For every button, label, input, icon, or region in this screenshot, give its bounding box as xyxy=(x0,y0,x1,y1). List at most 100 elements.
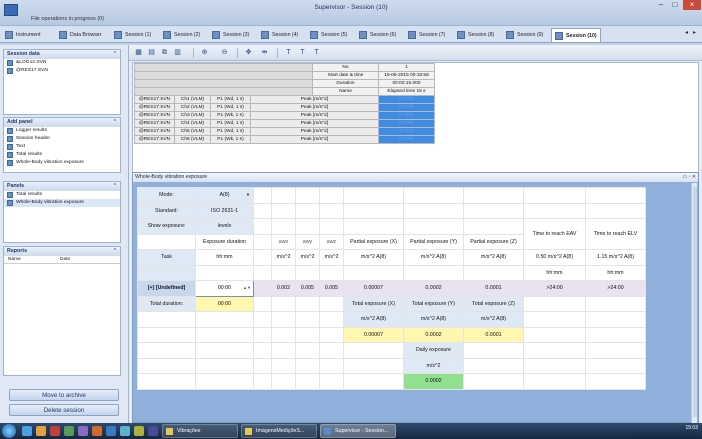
panel-list-item[interactable]: Whole-Body vibration exposure xyxy=(4,199,120,207)
empty-cell xyxy=(523,342,586,359)
table-row[interactable]: [+] [Undefined] 00:00 ▲▼ 0.002 0.005 0.00… xyxy=(137,280,646,297)
system-clock[interactable]: 15:03 xyxy=(685,425,698,431)
panels-header[interactable]: Panels ⌃ xyxy=(4,182,120,191)
tab-session-8[interactable]: Session (8) xyxy=(454,28,494,42)
add-panel-item[interactable]: Session header xyxy=(4,135,120,143)
collapse-icon[interactable]: ⌃ xyxy=(113,50,117,59)
close-button[interactable]: × xyxy=(683,0,701,10)
toolbar-separator xyxy=(277,48,278,58)
table-row[interactable]: @RES17.SVN Ch6 (VLM) P1 (Wk, 1 s) Peak [… xyxy=(134,135,435,144)
session-icon xyxy=(555,32,563,40)
title-bar: Supervisor - Session (10) File operation… xyxy=(0,0,702,26)
browser-icon[interactable] xyxy=(22,426,32,436)
add-panel-item[interactable]: Total results xyxy=(4,151,120,159)
minimize-button[interactable]: ‒ xyxy=(654,0,668,10)
eav-time-value: >24:00 xyxy=(523,280,586,297)
app-icon[interactable] xyxy=(134,426,144,436)
collapse-icon[interactable]: ⌃ xyxy=(113,247,117,256)
table-row: Task hh:mm m/s^2 m/s^2 m/s^2 m/s^2 A(8) … xyxy=(137,249,646,266)
collapse-icon[interactable]: ⌃ xyxy=(113,118,117,127)
show-exposure-select[interactable]: levels xyxy=(195,218,254,235)
value-cell[interactable]: 0.3102 xyxy=(378,95,435,104)
table-row[interactable]: @RES17.SVN Ch1 (VLM) P1 (Wd, 1 s) Peak [… xyxy=(134,95,435,104)
table-row[interactable]: @RES17.SVN Ch4 (VLM) P1 (Wd, 1 s) Peak [… xyxy=(134,119,435,128)
tab-session-5[interactable]: Session (5) xyxy=(307,28,347,42)
empty-cell xyxy=(343,187,404,204)
columns-icon[interactable]: ⇹ xyxy=(259,48,270,58)
app-icon[interactable] xyxy=(78,426,88,436)
chart-icon[interactable]: ▤ xyxy=(146,48,157,58)
app-icon[interactable] xyxy=(148,426,158,436)
tab-session-1[interactable]: Session (1) xyxy=(111,28,151,42)
folder-icon[interactable] xyxy=(36,426,46,436)
zoom-in-icon[interactable]: ⊕ xyxy=(199,48,210,58)
app-icon[interactable] xyxy=(106,426,116,436)
session-file-item[interactable]: &LOG12.SVN xyxy=(4,59,120,67)
partial-z-unit: m/s^2 A(8) xyxy=(463,249,524,266)
app-icon[interactable] xyxy=(120,426,130,436)
table-row[interactable]: @RES17.SVN Ch2 (VLM) P1 (Wd, 1 s) Peak [… xyxy=(134,103,435,112)
panel-list-item[interactable]: Total results xyxy=(4,191,120,199)
session-file-item[interactable]: @RES17.SVN xyxy=(4,67,120,75)
add-panel-item[interactable]: Logger results xyxy=(4,127,120,135)
spinner-icon[interactable]: ▲▼ xyxy=(243,285,251,290)
app-icon[interactable] xyxy=(64,426,74,436)
value-cell[interactable]: 0.3098 xyxy=(378,119,435,128)
move-to-archive-button[interactable]: Move to archive xyxy=(9,389,119,401)
tab-session-6[interactable]: Session (6) xyxy=(356,28,396,42)
app-icon[interactable] xyxy=(92,426,102,436)
zoom-out-icon[interactable]: ⊖ xyxy=(219,48,230,58)
add-panel-header[interactable]: Add panel ⌃ xyxy=(4,118,120,127)
add-panel-item[interactable]: Whole-Body vibration exposure xyxy=(4,159,120,167)
delete-session-button[interactable]: Delete session xyxy=(9,404,119,416)
vertical-scrollbar[interactable] xyxy=(691,183,697,423)
tab-scroll-right-icon[interactable]: ▸ xyxy=(693,29,696,36)
taskbar-item-imagens[interactable]: ImagensMediçõeS... xyxy=(241,424,317,438)
add-panel-item[interactable]: Text xyxy=(4,143,120,151)
tab-data-browser[interactable]: Data Browser xyxy=(56,28,101,42)
app-window: Supervisor - Session (10) File operation… xyxy=(0,0,702,439)
total-exposure-y-header: Total exposure (Y) xyxy=(403,295,464,312)
value-cell[interactable]: 0.3105 xyxy=(378,103,435,112)
tab-session-4[interactable]: Session (4) xyxy=(258,28,298,42)
reports-col-name[interactable]: Name xyxy=(8,256,21,264)
header-label: No xyxy=(312,63,379,72)
tab-instrument[interactable]: Instrument xyxy=(2,28,41,42)
profile-cell: P1 (Wk, 1 s) xyxy=(210,111,251,120)
text-down-icon[interactable]: T xyxy=(297,48,308,58)
scrollbar-thumb[interactable] xyxy=(693,187,697,417)
session-data-header[interactable]: Session data ⌃ xyxy=(4,50,120,59)
taskbar-item-supervisor[interactable]: Supervisor - Session... xyxy=(320,424,396,438)
reports-col-date[interactable]: Date xyxy=(60,256,70,264)
value-cell[interactable]: 0.4395 xyxy=(378,135,435,144)
text-format-icon[interactable]: T xyxy=(311,48,322,58)
empty-cell xyxy=(319,342,344,359)
start-button[interactable] xyxy=(2,424,16,438)
grid-icon[interactable]: ▦ xyxy=(133,48,144,58)
value-cell[interactable]: 0.4401 xyxy=(378,111,435,120)
tab-session-9[interactable]: Session (9) xyxy=(503,28,543,42)
tab-session-3[interactable]: Session (3) xyxy=(209,28,249,42)
empty-cell xyxy=(295,373,320,390)
table-icon[interactable]: ▥ xyxy=(172,48,183,58)
empty-cell xyxy=(195,342,254,359)
task-row-label[interactable]: [+] [Undefined] xyxy=(137,280,196,297)
maximize-button[interactable]: □ xyxy=(668,0,682,10)
table-row[interactable]: @RES17.SVN Ch5 (VLM) P1 (Wd, 1 s) Peak [… xyxy=(134,127,435,136)
text-up-icon[interactable]: T xyxy=(283,48,294,58)
mode-select[interactable]: A(8) ▼ xyxy=(195,187,254,204)
tab-session-7[interactable]: Session (7) xyxy=(405,28,445,42)
collapse-icon[interactable]: ⌃ xyxy=(113,182,117,191)
taskbar-item-vibracoes[interactable]: Vibrações xyxy=(162,424,238,438)
tab-session-10[interactable]: Session (10) xyxy=(551,28,601,42)
reports-header[interactable]: Reports ⌃ xyxy=(4,247,120,256)
move-icon[interactable]: ✥ xyxy=(243,48,254,58)
panel-controls[interactable]: ▭ ▫ ✕ xyxy=(683,173,696,182)
tab-scroll-left-icon[interactable]: ◂ xyxy=(685,29,688,36)
tab-session-2[interactable]: Session (2) xyxy=(160,28,200,42)
duration-input[interactable]: 00:00 ▲▼ xyxy=(195,280,254,297)
media-icon[interactable] xyxy=(50,426,60,436)
value-cell[interactable]: 0.3110 xyxy=(378,127,435,136)
copy-icon[interactable]: ⧉ xyxy=(159,48,170,58)
table-row[interactable]: @RES17.SVN Ch3 (VLM) P1 (Wk, 1 s) Peak [… xyxy=(134,111,435,120)
